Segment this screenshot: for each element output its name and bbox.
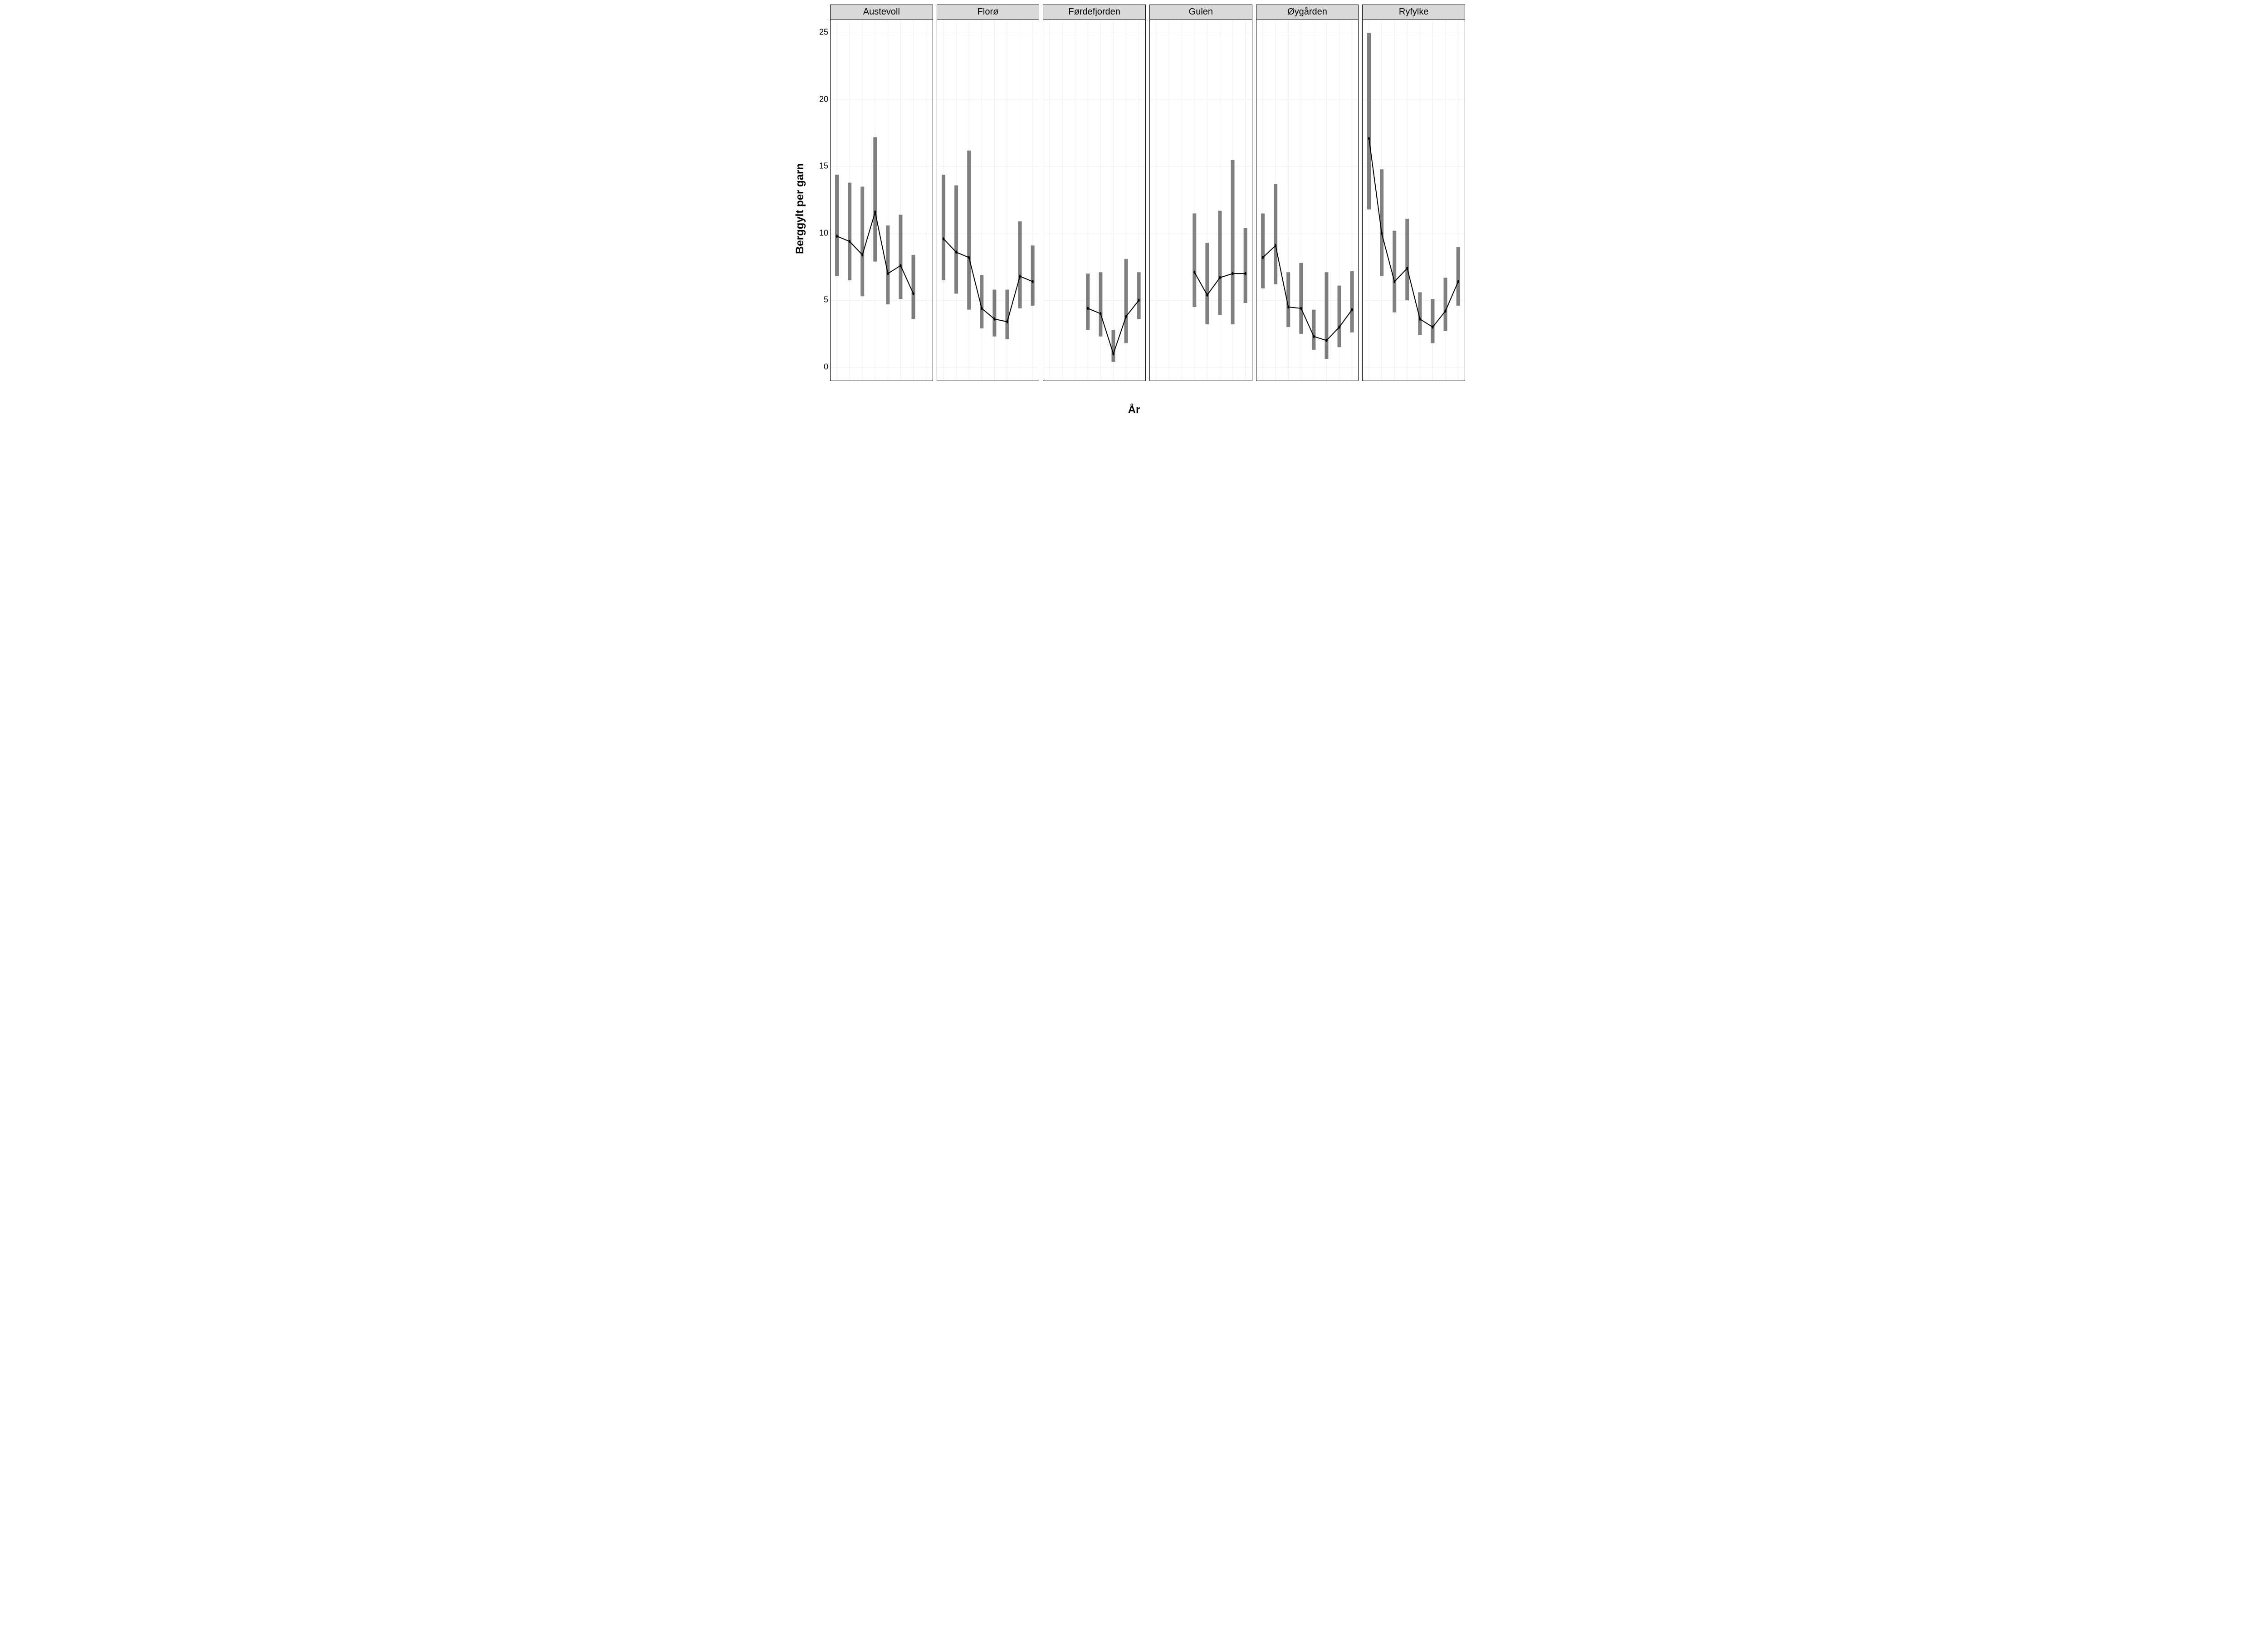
y-axis-label: Berggylt per garn: [794, 163, 807, 254]
facet-strip-label: Austevoll: [831, 5, 933, 20]
facet-panel: Førdefjorden2015201620172018201920202021…: [1043, 5, 1146, 381]
plot-area: 20152016201720182019202020212022: [1256, 20, 1359, 381]
facet-panel: Florø20152016201720182019202020212022: [937, 5, 1040, 381]
plot-area: 20152016201720182019202020212022: [1043, 20, 1145, 381]
plot-area: 20152016201720182019202020212022: [1363, 20, 1465, 381]
facet-strip-label: Førdefjorden: [1043, 5, 1145, 20]
facet-panel: Øygården20152016201720182019202020212022: [1256, 5, 1359, 381]
y-tick-label: 15: [819, 161, 828, 171]
facet-panels: Austevoll2015201620172018201920202021202…: [830, 5, 1465, 381]
y-tick-label: 5: [824, 295, 828, 305]
y-tick-label: 0: [824, 362, 828, 372]
facet-strip-label: Gulen: [1150, 5, 1252, 20]
facet-panel: Austevoll2015201620172018201920202021202…: [830, 5, 933, 381]
chart-figure: Berggylt per garn År 0510152025 Austevol…: [798, 0, 1470, 417]
y-tick-label: 20: [819, 94, 828, 104]
x-axis-label: År: [1128, 404, 1140, 416]
y-axis-ticks: 0 5 10 15 20 25: [816, 5, 829, 381]
plot-area: 20152016201720182019202020212022: [937, 20, 1039, 381]
facet-strip-label: Florø: [937, 5, 1039, 20]
facet-strip-label: Øygården: [1256, 5, 1359, 20]
facet-panel: Gulen20152016201720182019202020212022: [1149, 5, 1252, 381]
y-tick-label: 10: [819, 228, 828, 238]
y-tick-label: 25: [819, 28, 828, 37]
plot-area: 20152016201720182019202020212022: [1150, 20, 1252, 381]
facet-strip-label: Ryfylke: [1363, 5, 1465, 20]
facet-panel: Ryfylke20152016201720182019202020212022: [1362, 5, 1465, 381]
plot-area: 20152016201720182019202020212022: [831, 20, 933, 381]
